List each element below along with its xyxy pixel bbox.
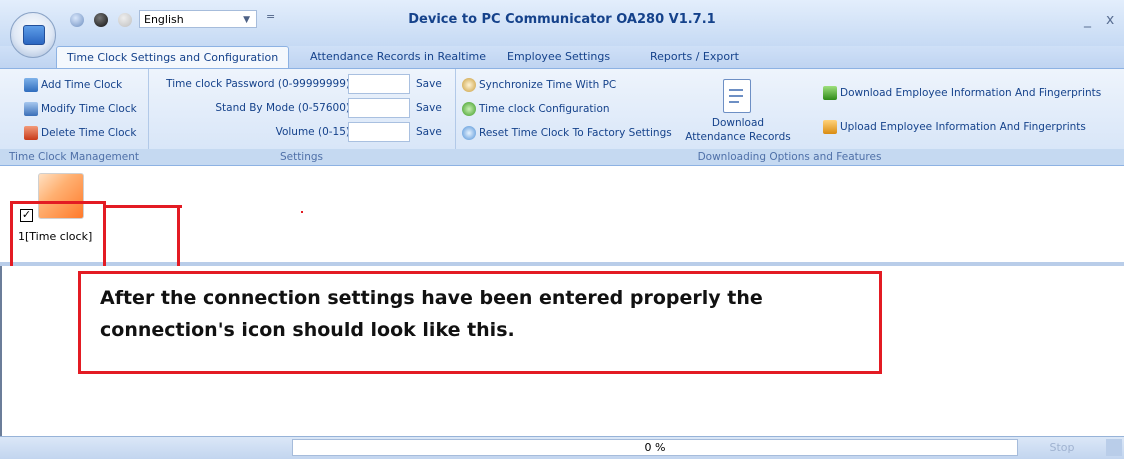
download-attendance-label-2: Attendance Records: [685, 131, 791, 143]
add-clock-icon: [24, 78, 38, 92]
download-employee-label: Download Employee Information And Finger…: [840, 87, 1102, 99]
group-downloading: Synchronize Time With PC Time clock Conf…: [455, 69, 1124, 165]
time-clock-configuration-label: Time clock Configuration: [479, 103, 610, 115]
standby-save-button[interactable]: Save: [416, 102, 442, 114]
synchronize-time-label: Synchronize Time With PC: [479, 79, 617, 91]
document-icon: [723, 79, 751, 113]
group-label-management: Time Clock Management: [0, 149, 148, 165]
standby-label: Stand By Mode (0-57600): [215, 102, 350, 114]
ribbon-tabs: Time Clock Settings and Configuration At…: [0, 46, 1124, 69]
delete-time-clock-label: Delete Time Clock: [41, 127, 137, 139]
clock-sync-icon: [462, 78, 476, 92]
volume-save-button[interactable]: Save: [416, 126, 442, 138]
download-users-icon: [823, 86, 837, 100]
gear-icon: [462, 102, 476, 116]
progress-text: 0 %: [644, 441, 666, 454]
device-list: ✓ 1[Time clock]: [0, 166, 1124, 436]
modify-time-clock-button[interactable]: Modify Time Clock: [24, 102, 137, 116]
modify-time-clock-label: Modify Time Clock: [41, 103, 137, 115]
upload-employee-button[interactable]: Upload Employee Information And Fingerpr…: [823, 120, 1086, 134]
tab-attendance-realtime[interactable]: Attendance Records in Realtime: [310, 50, 486, 63]
stop-button[interactable]: Stop: [1022, 439, 1102, 456]
group-settings: Time clock Password (0-99999999) Save St…: [148, 69, 456, 165]
edit-clock-icon: [24, 102, 38, 116]
group-label-downloading: Downloading Options and Features: [455, 149, 1124, 165]
download-attendance-label-1: Download: [711, 117, 765, 129]
password-save-button[interactable]: Save: [416, 78, 442, 90]
volume-input[interactable]: [348, 122, 410, 142]
synchronize-time-button[interactable]: Synchronize Time With PC: [462, 78, 616, 92]
time-clock-configuration-button[interactable]: Time clock Configuration: [462, 102, 610, 116]
close-button[interactable]: x: [1106, 12, 1114, 28]
standby-input[interactable]: [348, 98, 410, 118]
window-title: Device to PC Communicator OA280 V1.7.1: [408, 12, 716, 27]
stray-mark: [301, 211, 303, 213]
delete-time-clock-button[interactable]: Delete Time Clock: [24, 126, 136, 140]
add-time-clock-label: Add Time Clock: [41, 79, 123, 91]
group-time-clock-management: Add Time Clock Modify Time Clock Delete …: [0, 69, 149, 165]
delete-clock-icon: [24, 126, 38, 140]
callout-text: After the connection settings have been …: [100, 287, 763, 341]
title-bar: English ▼ = Device to PC Communicator OA…: [0, 0, 1124, 58]
annotation-callout: After the connection settings have been …: [78, 271, 882, 374]
password-label: Time clock Password (0-99999999): [166, 78, 350, 90]
app-menu-button[interactable]: [10, 12, 56, 58]
tab-time-clock-settings[interactable]: Time Clock Settings and Configuration: [56, 46, 290, 69]
reset-factory-label: Reset Time Clock To Factory Settings: [479, 127, 672, 139]
volume-label: Volume (0-15): [275, 126, 350, 138]
add-time-clock-button[interactable]: Add Time Clock: [24, 78, 122, 92]
tab-employee-settings[interactable]: Employee Settings: [507, 50, 610, 63]
minimize-button[interactable]: _: [1084, 12, 1091, 28]
progress-bar: 0 %: [292, 439, 1018, 456]
resize-grip-icon[interactable]: [1106, 439, 1122, 456]
callout-connector-line: [106, 205, 182, 208]
status-bar: 0 % Stop: [0, 436, 1124, 459]
download-attendance-button[interactable]: Download Attendance Records: [683, 77, 793, 143]
password-input[interactable]: [348, 74, 410, 94]
upload-users-icon: [823, 120, 837, 134]
upload-employee-label: Upload Employee Information And Fingerpr…: [840, 121, 1086, 133]
download-employee-button[interactable]: Download Employee Information And Finger…: [823, 86, 1101, 100]
reset-factory-button[interactable]: Reset Time Clock To Factory Settings: [462, 126, 672, 140]
reset-icon: [462, 126, 476, 140]
tab-reports-export[interactable]: Reports / Export: [650, 50, 739, 63]
app-logo-icon: [23, 25, 45, 45]
group-label-settings: Settings: [148, 149, 455, 165]
ribbon: Add Time Clock Modify Time Clock Delete …: [0, 68, 1124, 166]
